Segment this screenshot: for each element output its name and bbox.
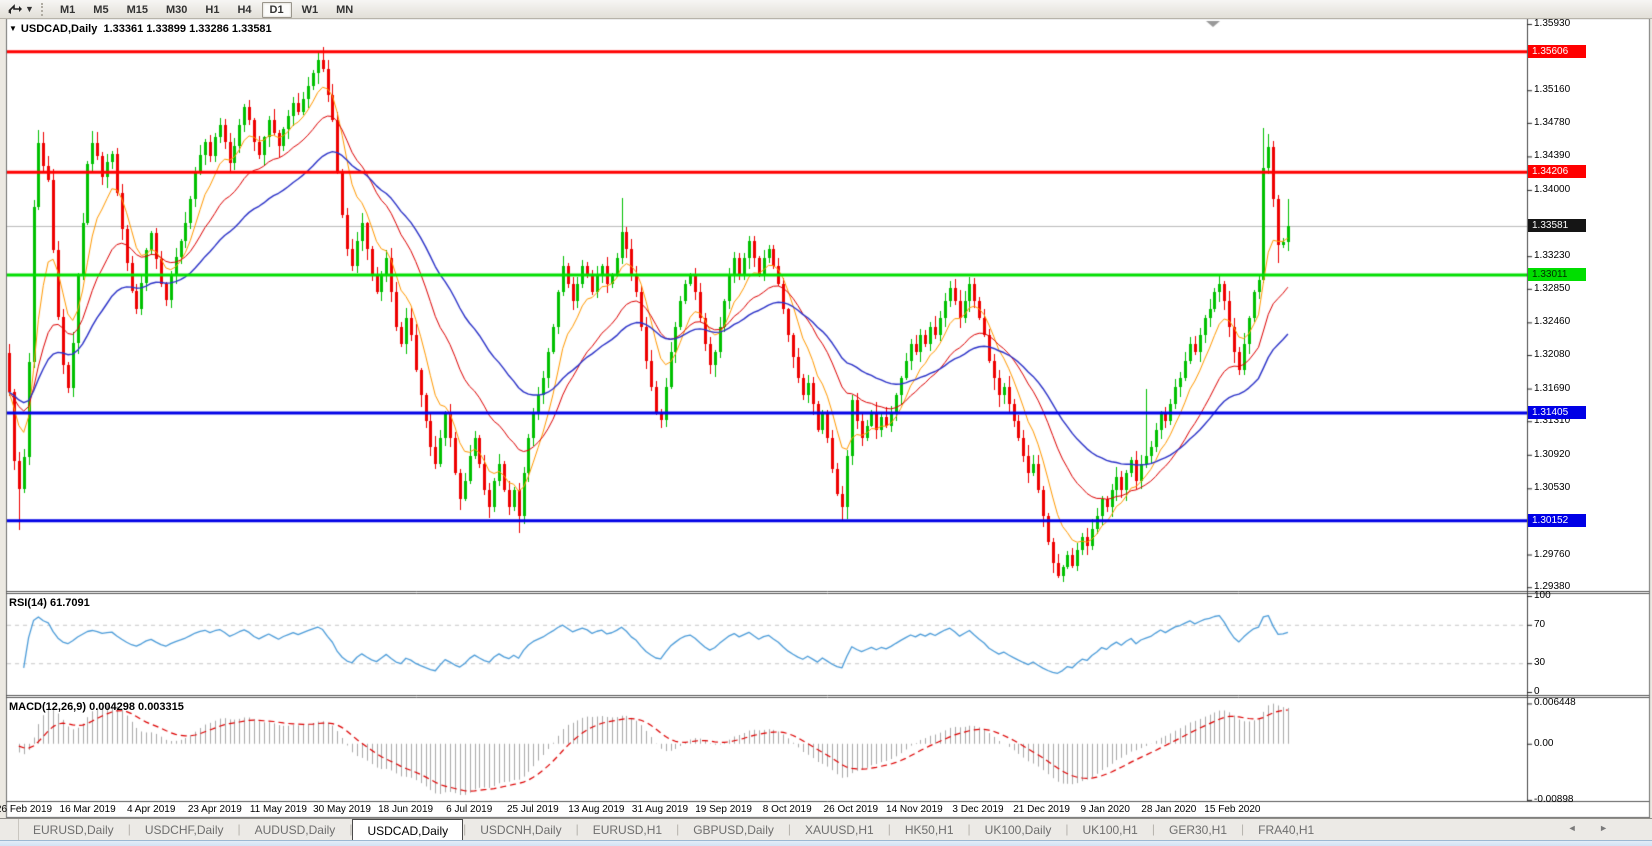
date-label: 30 May 2019 xyxy=(313,804,371,815)
timeframe-button-mn[interactable]: MN xyxy=(328,2,361,18)
timeframe-button-m30[interactable]: M30 xyxy=(158,2,195,18)
price-axis-tick: 1.34390 xyxy=(1534,150,1570,161)
date-label: 25 Jul 2019 xyxy=(507,804,559,815)
toolbar-drag-handle[interactable] xyxy=(41,3,43,16)
date-label: 19 Sep 2019 xyxy=(695,804,752,815)
price-level-badge: 1.30152 xyxy=(1528,514,1586,527)
chart-ohlc-values: 1.33361 1.33899 1.33286 1.33581 xyxy=(103,23,271,35)
date-label: 23 Apr 2019 xyxy=(188,804,242,815)
timeframe-button-m1[interactable]: M1 xyxy=(52,2,83,18)
macd-axis-tick: 0.006448 xyxy=(1534,697,1576,708)
date-label: 3 Dec 2019 xyxy=(952,804,1003,815)
tab-xauusd-h1[interactable]: XAUUSD,H1 xyxy=(791,819,888,841)
rsi-axis-tick: 0 xyxy=(1534,686,1540,697)
timeframe-button-d1[interactable]: D1 xyxy=(262,2,292,18)
price-level-badge: 1.35606 xyxy=(1528,45,1586,58)
date-label: 18 Jun 2019 xyxy=(378,804,433,815)
date-label: 28 Jan 2020 xyxy=(1141,804,1196,815)
date-label: 26 Feb 2019 xyxy=(0,804,52,815)
chart-profile-icon[interactable] xyxy=(7,3,23,16)
timeframe-button-m15[interactable]: M15 xyxy=(119,2,156,18)
tab-eurusd-daily[interactable]: EURUSD,Daily xyxy=(19,819,128,841)
chart-tabs-bar: EURUSD,Daily|USDCHF,Daily|AUDUSD,Daily|U… xyxy=(0,818,1652,841)
date-label: 4 Apr 2019 xyxy=(127,804,175,815)
tab-gbpusd-daily[interactable]: GBPUSD,Daily xyxy=(679,819,788,841)
price-axis-tick: 1.32080 xyxy=(1534,349,1570,360)
price-axis-tick: 1.29760 xyxy=(1534,549,1570,560)
rsi-axis-tick: 30 xyxy=(1534,657,1545,668)
price-axis-tick: 1.33230 xyxy=(1534,250,1570,261)
tab-uk100-daily[interactable]: UK100,Daily xyxy=(971,819,1066,841)
timeframe-button-m5[interactable]: M5 xyxy=(85,2,116,18)
price-axis-tick: 1.31690 xyxy=(1534,383,1570,394)
macd-axis-tick: -0.00898 xyxy=(1534,794,1573,805)
price-level-badge: 1.33581 xyxy=(1528,219,1586,232)
date-label: 11 May 2019 xyxy=(250,804,307,815)
status-strip xyxy=(0,840,1652,846)
collapse-indicator-icon[interactable]: ▼ xyxy=(9,24,17,33)
timeframe-buttons-group: M1M5M15M30H1H4D1W1MN xyxy=(51,0,362,18)
price-axis-tick: 1.34000 xyxy=(1534,184,1570,195)
rsi-axis-tick: 100 xyxy=(1534,590,1551,601)
date-label: 6 Jul 2019 xyxy=(446,804,492,815)
price-axis-tick: 1.35930 xyxy=(1534,18,1570,29)
tab-eurusd-h1[interactable]: EURUSD,H1 xyxy=(579,819,676,841)
profile-dropdown-caret-icon[interactable]: ▼ xyxy=(25,4,35,14)
price-chart-canvas[interactable] xyxy=(0,0,1652,846)
tab-uk100-h1[interactable]: UK100,H1 xyxy=(1068,819,1151,841)
date-label: 16 Mar 2019 xyxy=(60,804,116,815)
date-label: 9 Jan 2020 xyxy=(1080,804,1130,815)
price-axis-tick: 1.32460 xyxy=(1534,316,1570,327)
price-level-badge: 1.31405 xyxy=(1528,406,1586,419)
price-axis-tick: 1.30530 xyxy=(1534,482,1570,493)
date-label: 13 Aug 2019 xyxy=(568,804,624,815)
chart-symbol-label: USDCAD,Daily xyxy=(21,23,97,35)
price-level-badge: 1.33011 xyxy=(1528,268,1586,281)
date-label: 31 Aug 2019 xyxy=(632,804,688,815)
timeframe-button-h4[interactable]: H4 xyxy=(229,2,259,18)
macd-axis-tick: 0.00 xyxy=(1534,738,1553,749)
date-label: 8 Oct 2019 xyxy=(763,804,812,815)
price-axis-tick: 1.34780 xyxy=(1534,117,1570,128)
tabs-holder: EURUSD,Daily|USDCHF,Daily|AUDUSD,Daily|U… xyxy=(19,819,1328,841)
tab-usdcnh-daily[interactable]: USDCNH,Daily xyxy=(466,819,575,841)
date-label: 15 Feb 2020 xyxy=(1204,804,1260,815)
tabs-scroll-right-icon[interactable]: ► xyxy=(1599,823,1618,833)
tab-hk50-h1[interactable]: HK50,H1 xyxy=(891,819,968,841)
date-label: 14 Nov 2019 xyxy=(886,804,943,815)
rsi-indicator-label: RSI(14) 61.7091 xyxy=(9,597,90,609)
timeframe-button-h1[interactable]: H1 xyxy=(197,2,227,18)
rsi-axis-tick: 70 xyxy=(1534,619,1545,630)
tab-audusd-daily[interactable]: AUDUSD,Daily xyxy=(241,819,350,841)
date-label: 21 Dec 2019 xyxy=(1013,804,1070,815)
chart-title: ▼ USDCAD,Daily 1.33361 1.33899 1.33286 1.… xyxy=(9,23,272,35)
tabbar-lead-divider xyxy=(0,819,19,841)
price-axis-tick: 1.35160 xyxy=(1534,84,1570,95)
date-label: 26 Oct 2019 xyxy=(824,804,878,815)
timeframes-toolbar: ▼ M1M5M15M30H1H4D1W1MN xyxy=(0,0,1652,19)
mt4-terminal-window: ▼ M1M5M15M30H1H4D1W1MN ▼ USDCAD,Daily 1.3… xyxy=(0,0,1652,846)
price-level-badge: 1.34206 xyxy=(1528,165,1586,178)
price-axis-tick: 1.32850 xyxy=(1534,283,1570,294)
tab-usdcad-daily[interactable]: USDCAD,Daily xyxy=(352,819,463,841)
tab-usdchf-daily[interactable]: USDCHF,Daily xyxy=(131,819,238,841)
timeframe-button-w1[interactable]: W1 xyxy=(294,2,327,18)
tab-fra40-h1[interactable]: FRA40,H1 xyxy=(1244,819,1328,841)
macd-indicator-label: MACD(12,26,9) 0.004298 0.003315 xyxy=(9,701,184,713)
tab-ger30-h1[interactable]: GER30,H1 xyxy=(1155,819,1241,841)
price-axis-tick: 1.30920 xyxy=(1534,449,1570,460)
tabs-scroll-left-icon[interactable]: ◄ xyxy=(1568,823,1587,833)
